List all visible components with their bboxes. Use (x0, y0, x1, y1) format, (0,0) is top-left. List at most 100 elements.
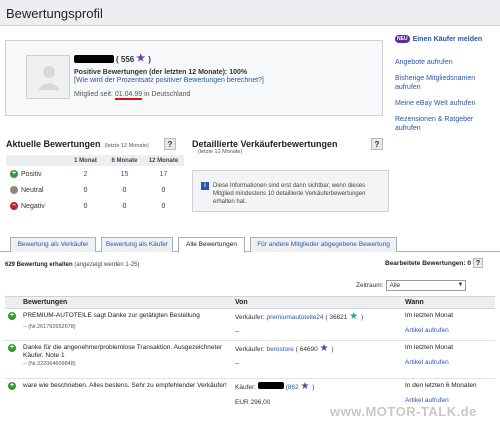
member-since-country: in Deutschland (144, 91, 191, 98)
ratings-table: 1 Monat 6 Monate 12 Monate + Positiv 2 15… (6, 155, 184, 214)
feedback-from: Käufer: (862 ★ ) (235, 381, 315, 392)
header-feedback: Bewertungen (23, 299, 68, 306)
role-label: Käufer: (235, 384, 256, 391)
edited-feedback: Bearbeitete Bewertungen: 0 ? (385, 258, 483, 268)
member-since-label: Mitglied seit: (74, 91, 113, 98)
col-1-month: 1 Monat (74, 157, 97, 164)
neutral-icon (10, 186, 18, 194)
percent-info-link[interactable]: [Wie wird der Prozentsatz positiver Bewe… (74, 77, 379, 84)
current-ratings-title: Aktuelle Bewertungen (letzte 12 Monate) (6, 139, 149, 149)
avatar (26, 55, 70, 99)
period-select[interactable]: Alle ▼ (386, 280, 467, 291)
feedback-when: Im letzten Monat (405, 344, 454, 351)
detailed-ratings-title: Detaillierte Verkäuferbewertungen (letzt… (192, 139, 338, 155)
table-row: + PREMIUM-AUTOTEILE sagt Danke zur getät… (5, 309, 495, 341)
feedback-from: Verkäufer: berostore ( 64690 ★ ) (235, 343, 334, 354)
user-score[interactable]: 862 (288, 384, 299, 391)
price-placeholder: -- (235, 328, 240, 335)
feedback-count-total: 629 Bewertung erhalten (5, 262, 73, 268)
feedback-text: ware wie beschrieben. Alles bestens. Seh… (23, 382, 227, 389)
feedback-count: 629 Bewertung erhalten (angezeigt werden… (5, 262, 139, 268)
redacted-username (257, 382, 284, 389)
positive-6m[interactable]: 15 (105, 171, 144, 178)
header-from: Von (235, 299, 248, 306)
user-score: ( 36821 (325, 314, 348, 321)
header-when: Wann (405, 299, 424, 306)
feedback-text: Danke für die angenehme/problemlose Tran… (23, 344, 223, 359)
current-ratings-sub: (letzte 12 Monate) (104, 143, 149, 149)
chevron-down-icon: ▼ (457, 282, 464, 288)
right-sidebar: NEU Einen Käufer melden Angebote aufrufe… (395, 35, 500, 133)
star-icon: ★ (319, 343, 329, 354)
detailed-ratings-sub: (letzte 12 Monate) (198, 149, 243, 155)
feedback-tabs: Bewertung als Verkäufer Bewertung als Kä… (0, 236, 500, 253)
current-ratings-help-button[interactable]: ? (164, 138, 176, 150)
view-item-link[interactable]: Artikel aufrufen (405, 359, 495, 366)
col-6-months: 6 Monate (111, 157, 138, 164)
page-title: Bewertungsprofil (6, 6, 103, 21)
row-label: Positiv (21, 170, 42, 178)
edited-help-button[interactable]: ? (472, 258, 483, 268)
tab-all-feedback[interactable]: Alle Bewertungen (178, 237, 245, 253)
neutral-12m: 0 (161, 186, 166, 194)
tab-as-seller[interactable]: Bewertung als Verkäufer (10, 237, 96, 252)
star-icon: ★ (300, 381, 310, 392)
redacted-username (74, 55, 114, 63)
feedback-when: In den letzten 6 Monaten (405, 382, 477, 389)
row-label: Neutral (21, 186, 44, 194)
view-item-link[interactable]: Artikel aufrufen (405, 397, 495, 404)
feedback-when: Im letzten Monat (405, 312, 454, 319)
tab-left-for-others[interactable]: Für andere Mitglieder abgegebene Bewertu… (250, 237, 397, 252)
member-since-date: 01.04.99 (114, 91, 143, 100)
positive-icon: + (10, 170, 18, 178)
edited-feedback-label: Bearbeitete Bewertungen: 0 (385, 259, 471, 267)
user-link[interactable]: premiumautoteile24 (266, 314, 323, 321)
neutral-1m: 0 (83, 186, 88, 194)
period-label: Zeitraum: (356, 282, 384, 289)
table-row: + Danke für die angenehme/problemlose Tr… (5, 341, 495, 379)
sidebar-link-listings[interactable]: Angebote aufrufen (395, 58, 500, 67)
feedback-table: Bewertungen Von Wann + PREMIUM-AUTOTEILE… (5, 296, 495, 415)
ratings-row-neutral: Neutral 0 0 0 (6, 182, 184, 198)
ratings-row-positive: + Positiv 2 15 17 (6, 166, 184, 182)
current-ratings-heading: Aktuelle Bewertungen (6, 139, 101, 149)
col-12-months: 12 Monate (148, 157, 179, 164)
negative-6m: 0 (122, 202, 127, 210)
sidebar-link-my-world[interactable]: Meine eBay Welt aufrufen (395, 99, 500, 108)
period-filter: Zeitraum: Alle ▼ (356, 280, 467, 291)
feedback-table-header: Bewertungen Von Wann (5, 296, 495, 309)
user-silhouette-icon (38, 66, 60, 90)
neutral-6m: 0 (122, 186, 127, 194)
item-number: -- (Nr.261792652678) (23, 324, 76, 330)
ratings-row-negative: – Negativ 0 0 0 (6, 198, 184, 214)
negative-icon: – (10, 202, 18, 210)
positive-12m[interactable]: 17 (144, 171, 183, 178)
feedback-score: ( 556 (116, 54, 135, 64)
watermark: www.MOTOR-TALK.de (330, 404, 477, 419)
positive-1m[interactable]: 2 (66, 171, 105, 178)
member-since: Mitglied seit: 01.04.99 in Deutschland (74, 91, 379, 100)
tab-as-buyer[interactable]: Bewertung als Käufer (101, 237, 173, 252)
feedback-text: PREMIUM-AUTOTEILE sagt Danke zur getätig… (23, 312, 200, 319)
feedback-from: Verkäufer: premiumautoteile24 ( 36821 ★ … (235, 311, 364, 322)
detailed-ratings-help-button[interactable]: ? (371, 138, 383, 150)
ratings-header: 1 Monat 6 Monate 12 Monate (6, 155, 184, 166)
sidebar-link-reviews[interactable]: Rezensionen & Ratgeber aufrufen (395, 115, 500, 133)
negative-1m: 0 (83, 202, 88, 210)
view-item-link[interactable]: Artikel aufrufen (405, 327, 495, 334)
report-buyer-link[interactable]: NEU Einen Käufer melden (395, 35, 500, 43)
profile-info: ( 556 ★ ) Positive Bewertungen (der letz… (74, 53, 379, 100)
period-selected-value: Alle (389, 282, 401, 289)
feedback-score-close: ) (148, 54, 151, 64)
new-badge: NEU (395, 35, 410, 43)
detailed-info-box: i Diese Informationen sind erst dann sic… (192, 170, 389, 212)
price-placeholder: -- (235, 360, 240, 367)
username-line: ( 556 ★ ) (74, 53, 379, 65)
feedback-count-range: (angezeigt werden 1-25) (74, 262, 140, 268)
user-link[interactable]: berostore (266, 346, 293, 353)
role-label: Verkäufer: (235, 346, 265, 353)
detailed-ratings-heading: Detaillierte Verkäuferbewertungen (192, 139, 338, 149)
user-score: ( 64690 (295, 346, 318, 353)
sidebar-link-previous-names[interactable]: Bisherige Mitgliedsnamen aufrufen (395, 74, 500, 92)
role-label: Verkäufer: (235, 314, 265, 321)
